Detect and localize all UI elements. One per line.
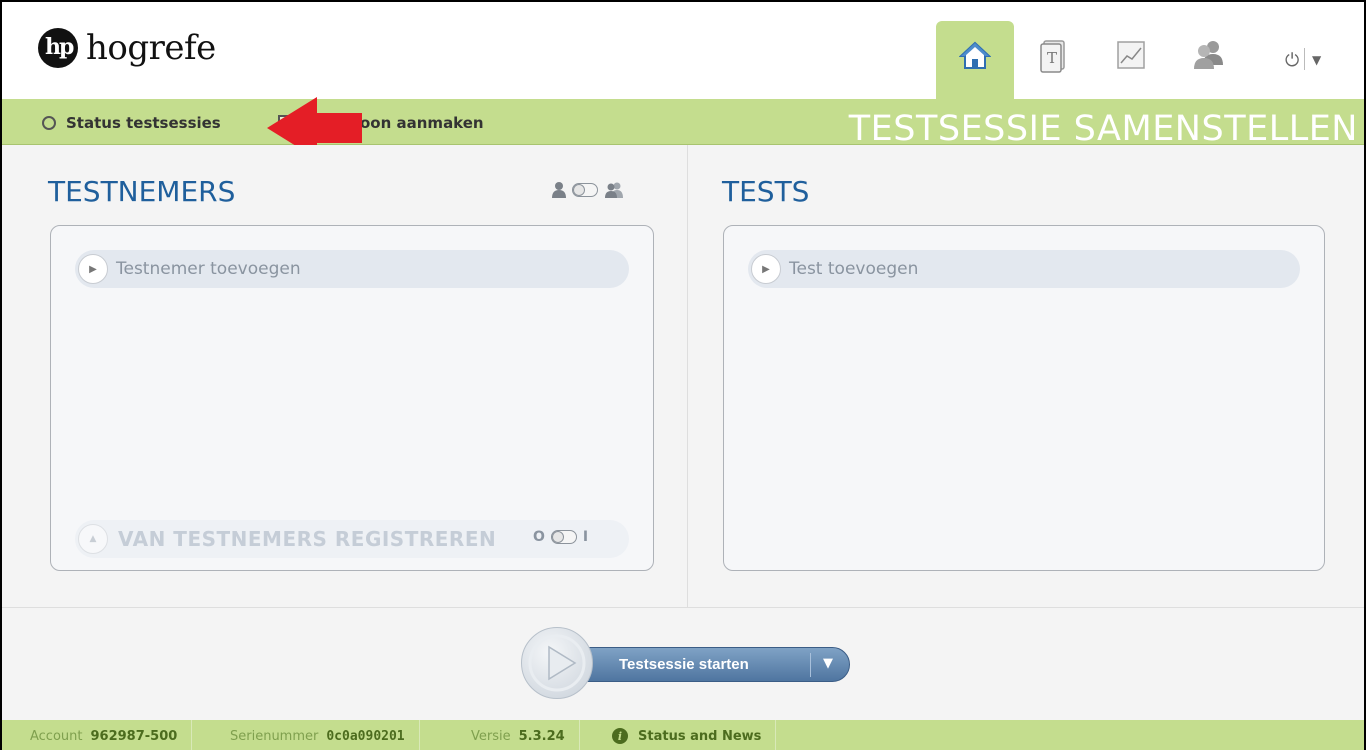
- play-icon[interactable]: ▶: [751, 254, 781, 284]
- hogrefe-logo: hp hogrefe: [38, 28, 216, 68]
- start-session-button[interactable]: Testsessie starten ▼: [570, 647, 850, 682]
- register-switch[interactable]: [550, 530, 577, 544]
- register-testnemers-row[interactable]: ▲ VAN TESTNEMERS REGISTREREN O I: [75, 520, 629, 558]
- group-persons-icon: [605, 182, 623, 198]
- session-composer: TESTNEMERS ▶ Testnemer toevoegen ▲ VAN T: [2, 145, 1364, 608]
- chevron-down-icon[interactable]: ▼: [823, 656, 833, 671]
- testnemers-title: TESTNEMERS: [48, 175, 236, 208]
- tab-tests[interactable]: T: [1015, 21, 1093, 99]
- tab-reports[interactable]: [1092, 21, 1170, 99]
- play-icon[interactable]: ▶: [78, 254, 108, 284]
- info-icon: i: [612, 728, 628, 744]
- add-testnemer-row[interactable]: ▶ Testnemer toevoegen: [75, 250, 629, 288]
- app-window: hp hogrefe T ⏻ ▼ Status testsessies oon …: [0, 0, 1366, 750]
- serial-label: Serienummer: [230, 728, 319, 744]
- register-testnemers-label: VAN TESTNEMERS REGISTREREN: [118, 527, 497, 551]
- add-test-label: Test toevoegen: [789, 259, 919, 279]
- power-icon[interactable]: ⏻: [1285, 50, 1299, 71]
- tests-panel: ▶ Test toevoegen: [723, 225, 1325, 571]
- logo-mark: hp: [38, 28, 78, 68]
- mode-toggle[interactable]: [572, 183, 598, 197]
- toggle-on-label: I: [582, 529, 589, 545]
- add-test-row[interactable]: ▶ Test toevoegen: [748, 250, 1300, 288]
- tab-users[interactable]: [1169, 21, 1247, 99]
- start-play-button[interactable]: [521, 627, 593, 699]
- version-label: Versie: [471, 728, 511, 744]
- status-news-label: Status and News: [638, 728, 762, 744]
- expand-up-icon[interactable]: ▲: [78, 524, 108, 554]
- single-person-icon: [552, 182, 566, 198]
- status-testsessies-label: Status testsessies: [66, 114, 221, 132]
- svg-text:T: T: [1047, 49, 1057, 67]
- status-circle-icon: [42, 116, 56, 130]
- create-session-label: oon aanmaken: [360, 114, 484, 132]
- individual-group-switch[interactable]: [552, 182, 624, 198]
- page-title: TESTSESSIE SAMENSTELLEN: [848, 109, 1358, 149]
- toggle-off-label: O: [533, 529, 545, 545]
- chart-icon: [1117, 41, 1145, 69]
- footer-serial: Serienummer 0c0a090201: [216, 720, 420, 750]
- start-session-label: Testsessie starten: [619, 656, 749, 673]
- column-divider: [687, 145, 688, 607]
- start-zone: Testsessie starten ▼: [2, 608, 1364, 720]
- logo-text: hogrefe: [86, 28, 216, 68]
- version-value: 5.3.24: [518, 728, 565, 744]
- register-toggle[interactable]: O I: [533, 529, 588, 545]
- account-value: 962987-500: [90, 728, 178, 744]
- chevron-down-icon[interactable]: ▼: [1312, 53, 1321, 67]
- home-icon: [959, 41, 991, 69]
- power-separator: [1304, 48, 1305, 70]
- play-icon: [528, 634, 586, 692]
- status-news-link[interactable]: i Status and News: [596, 720, 777, 750]
- account-label: Account: [30, 728, 83, 744]
- users-icon: [1194, 41, 1223, 69]
- footer-version: Versie 5.3.24: [457, 720, 580, 750]
- testnemers-panel: ▶ Testnemer toevoegen ▲ VAN TESTNEMERS R…: [50, 225, 654, 571]
- test-book-icon: T: [1040, 40, 1065, 73]
- top-bar: hp hogrefe T ⏻ ▼: [2, 2, 1364, 99]
- footer-account: Account 962987-500: [2, 720, 193, 750]
- status-footer: Account 962987-500 Serienummer 0c0a09020…: [2, 720, 1364, 750]
- start-separator: [810, 653, 811, 677]
- action-bar: Status testsessies oon aanmaken TESTSESS…: [2, 99, 1364, 149]
- tab-home[interactable]: [936, 21, 1014, 99]
- tests-title: TESTS: [722, 175, 810, 208]
- serial-value: 0c0a090201: [326, 728, 405, 744]
- add-testnemer-label: Testnemer toevoegen: [116, 259, 301, 279]
- status-testsessies-link[interactable]: Status testsessies: [42, 114, 221, 132]
